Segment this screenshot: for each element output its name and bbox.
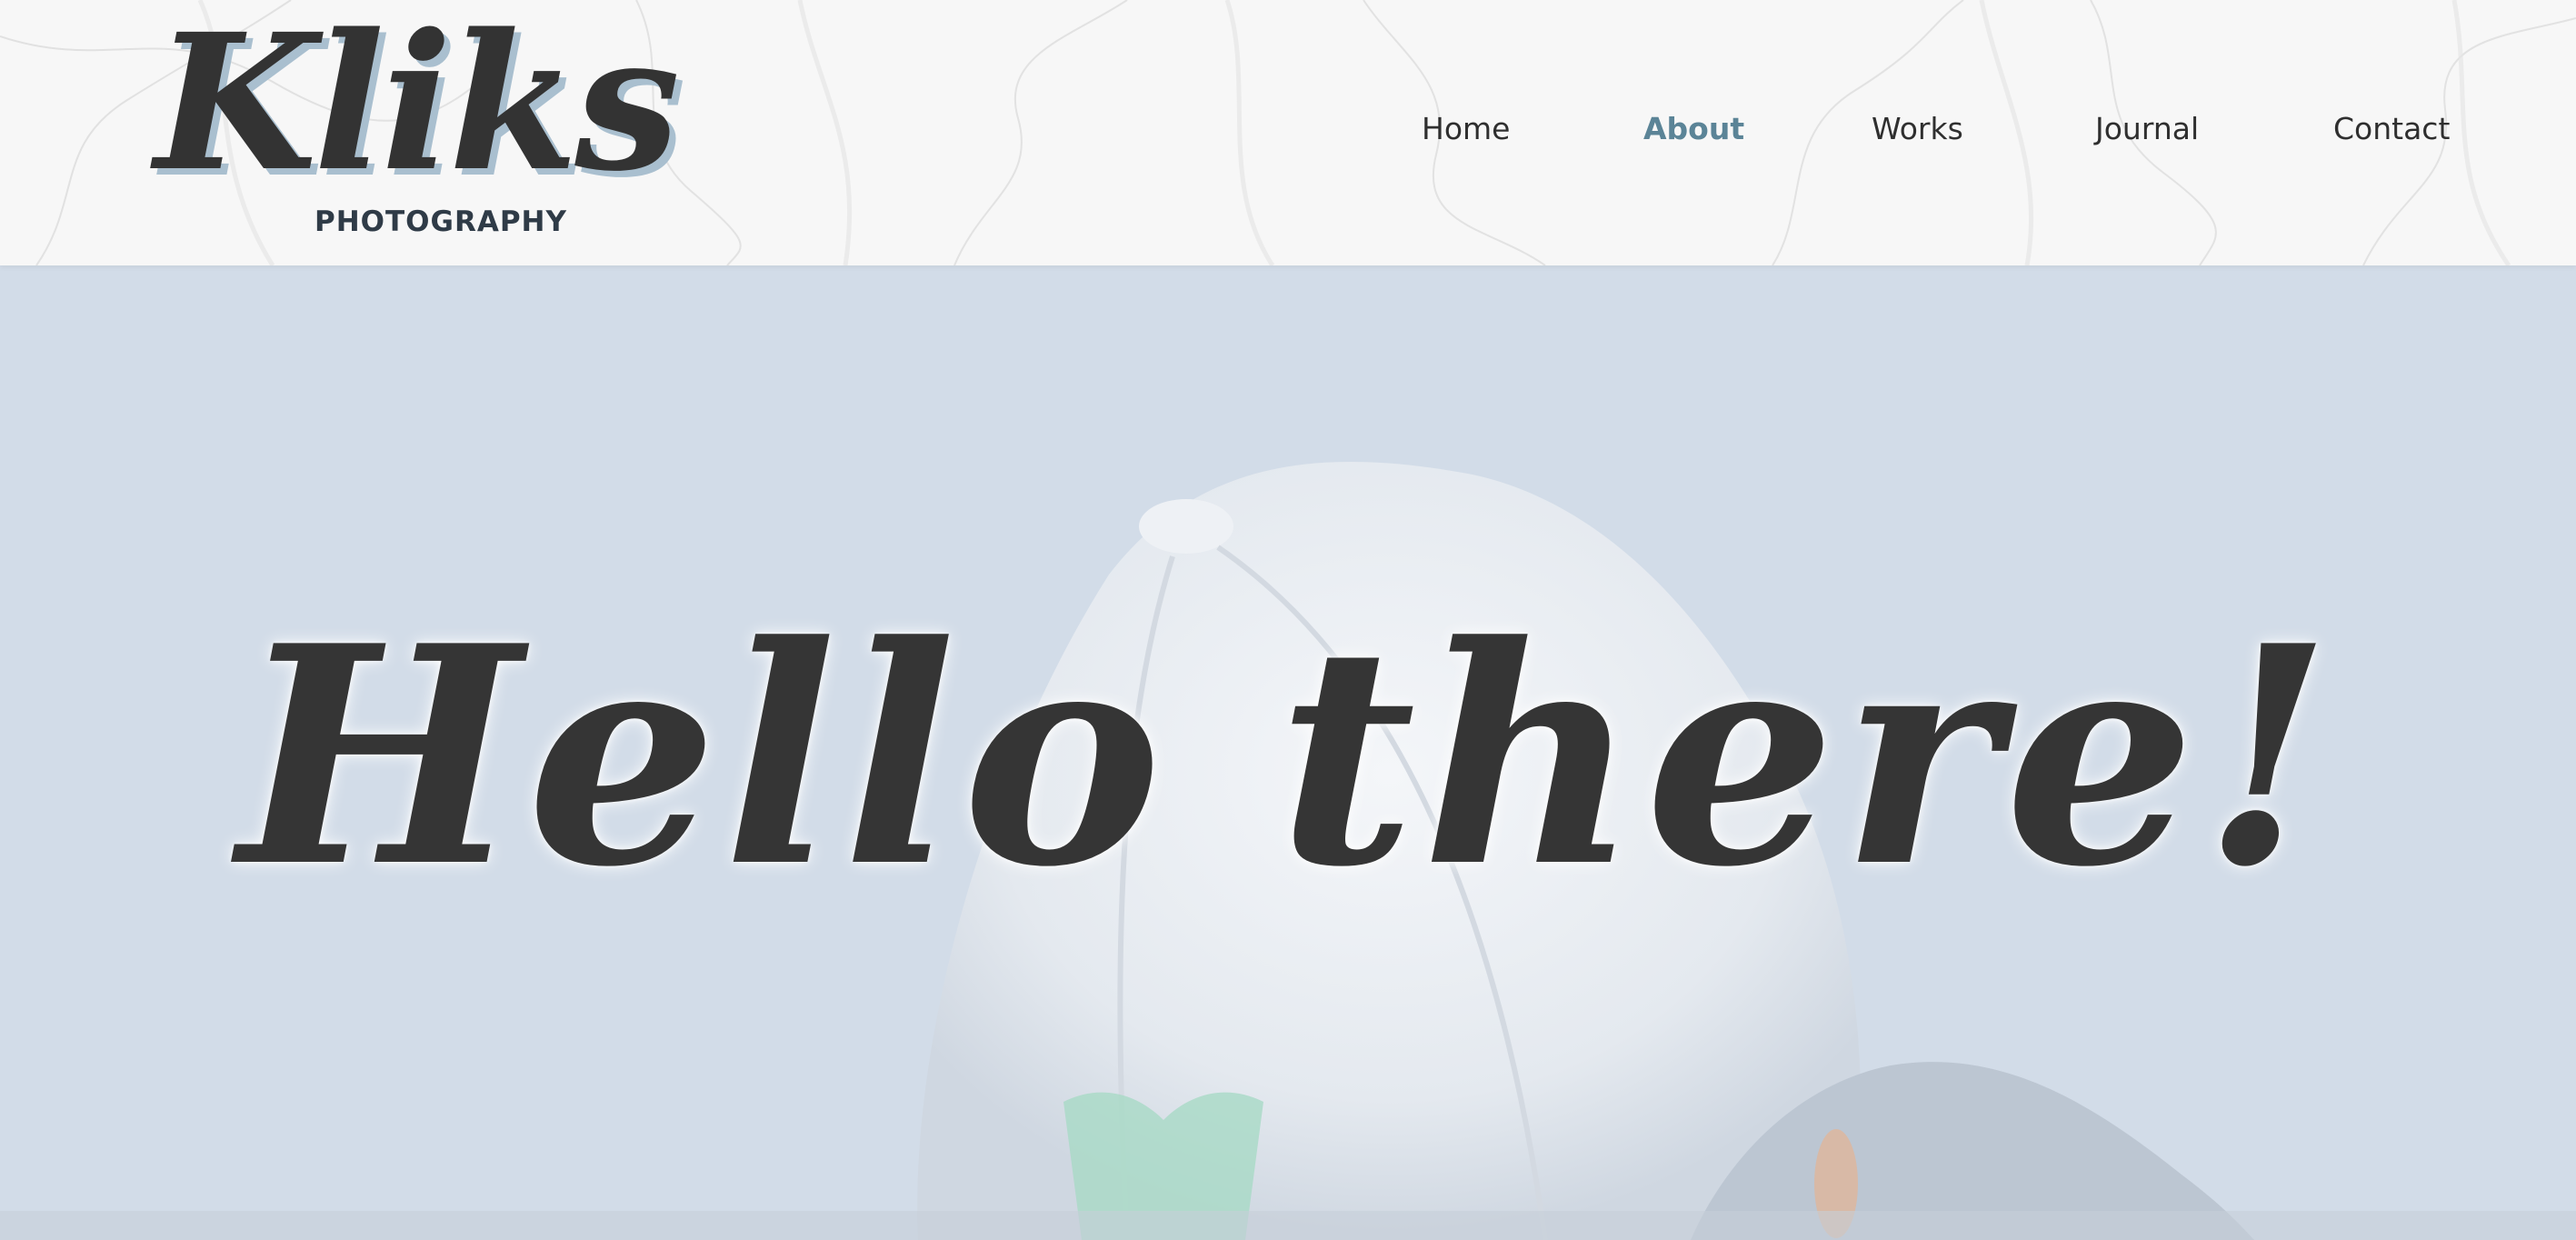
- hero-section: Hello there!: [0, 265, 2576, 1240]
- nav-about-link[interactable]: About: [1643, 109, 1744, 149]
- main-nav: Home About Works Journal Contact: [0, 109, 2576, 155]
- logo-wordmark: Kliks: [155, 0, 680, 213]
- nav-contact-link[interactable]: Contact: [2333, 109, 2450, 149]
- site-header: Kliks PHOTOGRAPHY Home About Works Journ…: [0, 0, 2576, 265]
- nav-home-link[interactable]: Home: [1422, 109, 1510, 149]
- hero-heading: Hello there!: [237, 580, 2339, 933]
- nav-journal-link[interactable]: Journal: [2095, 109, 2199, 149]
- nav-works-link[interactable]: Works: [1872, 109, 1963, 149]
- logo-tagline: PHOTOGRAPHY: [315, 205, 567, 238]
